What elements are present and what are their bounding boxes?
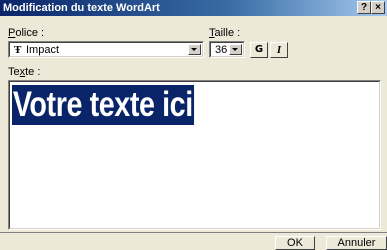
cancel-button[interactable]: Annuler bbox=[326, 236, 387, 250]
italic-button[interactable]: I bbox=[270, 42, 288, 58]
title-bar[interactable]: Modification du texte WordArt ? × bbox=[0, 0, 387, 16]
chevron-down-icon[interactable] bbox=[188, 44, 201, 55]
truetype-font-icon: Ŧ bbox=[14, 44, 22, 56]
font-label: Police : bbox=[8, 27, 45, 39]
size-select[interactable]: 36 bbox=[209, 41, 245, 58]
help-button[interactable]: ? bbox=[357, 1, 371, 14]
font-value: Impact bbox=[26, 44, 60, 56]
size-value: 36 bbox=[215, 44, 228, 56]
window-title: Modification du texte WordArt bbox=[3, 2, 160, 14]
footer-divider bbox=[0, 232, 387, 233]
ok-button[interactable]: OK bbox=[275, 236, 315, 250]
wordart-text-area[interactable]: Votre texte ici bbox=[8, 80, 381, 230]
bold-button[interactable]: G bbox=[250, 42, 268, 58]
size-label: Taille : bbox=[209, 27, 241, 39]
close-button[interactable]: × bbox=[371, 1, 385, 14]
chevron-down-icon[interactable] bbox=[229, 44, 242, 55]
font-select[interactable]: Ŧ Impact bbox=[8, 41, 204, 58]
selected-text[interactable]: Votre texte ici bbox=[12, 85, 195, 125]
text-label: Texte : bbox=[8, 66, 41, 78]
